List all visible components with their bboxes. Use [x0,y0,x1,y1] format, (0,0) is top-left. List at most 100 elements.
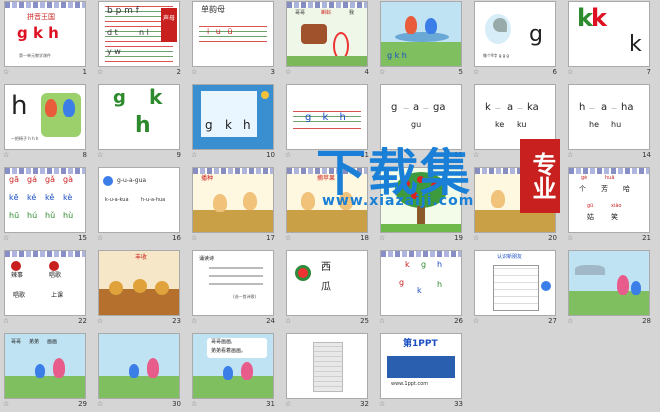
slide-thumb-27[interactable]: 认识新朋友 ☆ 27 [470,251,560,329]
slide-thumb-17[interactable]: 播种 ☆ 17 [188,168,278,246]
slide-thumb-32[interactable]: ☆ 32 [282,334,372,412]
slide-star-icon[interactable]: ☆ [97,68,103,76]
slide-thumb-33[interactable]: 第1PPT www.1ppt.com ☆ 33 [376,334,466,412]
slide-thumb-24[interactable]: 诵读诗 (选一首诗歌) ☆ 24 [188,251,278,329]
slide-star-icon[interactable]: ☆ [97,234,103,242]
slide-thumb-14[interactable]: h — a — ha he hu ☆ 14 [564,85,654,163]
site-watermark: 下载集 专业 www.xiazaiji.com [316,133,566,223]
slide-number: 26 [454,317,463,325]
slide-number: 6 [552,68,557,76]
slide-thumb-22[interactable]: 辣事 唱歌 上课 唱歌 ☆ 22 [0,251,90,329]
slide-star-icon[interactable]: ☆ [191,400,197,408]
slide-thumb-8[interactable]: h 一把椅子 h h h ☆ 8 [0,85,90,163]
slide-star-icon[interactable]: ☆ [3,151,9,159]
slide-thumb-30[interactable]: ☆ 30 [94,334,184,412]
slide-canvas [287,334,367,398]
slide-canvas: k k k [569,2,649,66]
slide-number: 19 [454,234,463,242]
slide-star-icon[interactable]: ☆ [567,317,573,325]
slide-canvas: gè huā 个 芳 哈 gū xiào 姑 笑 [569,168,649,232]
slide-canvas: 播种 [193,168,273,232]
slide-canvas: g k h [193,85,273,149]
slide-number: 30 [172,400,181,408]
slide-star-icon[interactable]: ☆ [379,68,385,76]
slide-number: 31 [266,400,275,408]
slide-canvas: b p m f d t n l y w 声母 [99,2,179,66]
slide-star-icon[interactable]: ☆ [97,400,103,408]
slide-star-icon[interactable]: ☆ [567,68,573,76]
slide-thumb-23[interactable]: 丰收 ☆ 23 [94,251,184,329]
slide-thumb-16[interactable]: g-u-a-gua k-u-a-kua h-u-a-hua ☆ 16 [94,168,184,246]
slide-canvas: g k h [381,2,461,66]
slide-canvas: 拼音王国 g k h 第一单元教学课件 [5,2,85,66]
slide-number: 8 [82,151,87,159]
slide-star-icon[interactable]: ☆ [379,234,385,242]
slide-canvas: 认识新朋友 [475,251,555,315]
slide-star-icon[interactable]: ☆ [3,317,9,325]
slide-star-icon[interactable]: ☆ [567,151,573,159]
slide-star-icon[interactable]: ☆ [379,400,385,408]
slide-title: 拼音王国 [27,13,55,21]
slide-thumb-29[interactable]: 哥哥 弟弟 画画 ☆ 29 [0,334,90,412]
slide-star-icon[interactable]: ☆ [285,151,291,159]
slide-star-icon[interactable]: ☆ [473,68,479,76]
slide-star-icon[interactable]: ☆ [285,400,291,408]
slide-star-icon[interactable]: ☆ [285,317,291,325]
slide-subtitle: 第一单元教学课件 [19,53,51,58]
slide-thumb-2[interactable]: b p m f d t n l y w 声母 ☆ 2 [94,2,184,80]
slide-number: 5 [458,68,463,76]
slide-canvas: gā gá gǎ gà kē ké kě kè hū hú hǔ hù [5,168,85,232]
slide-canvas: 诵读诗 (选一首诗歌) [193,251,273,315]
slide-number: 21 [642,234,651,242]
slide-canvas: 哥哥 蝌蚪 我 [287,2,367,66]
slide-canvas: 丰收 [99,251,179,315]
slide-star-icon[interactable]: ☆ [285,68,291,76]
slide-star-icon[interactable]: ☆ [97,317,103,325]
slide-star-icon[interactable]: ☆ [191,317,197,325]
slide-thumb-15[interactable]: gā gá gǎ gà kē ké kě kè hū hú hǔ hù ☆ 15 [0,168,90,246]
slide-star-icon[interactable]: ☆ [285,234,291,242]
slide-number: 22 [78,317,87,325]
slide-star-icon[interactable]: ☆ [3,400,9,408]
slide-canvas: k g h g k h [381,251,461,315]
slide-number: 25 [360,317,369,325]
slide-star-icon[interactable]: ☆ [191,151,197,159]
slide-number: 3 [270,68,275,76]
slide-number: 7 [646,68,651,76]
slide-thumb-4[interactable]: 哥哥 蝌蚪 我 ☆ 4 [282,2,372,80]
slide-star-icon[interactable]: ☆ [567,234,573,242]
slide-number: 9 [176,151,181,159]
slide-thumb-3[interactable]: 单韵母 i u ü ☆ 3 [188,2,278,80]
slide-thumb-28[interactable]: ☆ 28 [564,251,654,329]
watermark-url: www.xiazaiji.com [322,193,475,209]
slide-canvas: 单韵母 i u ü [193,2,273,66]
slide-thumb-5[interactable]: g k h ☆ 5 [376,2,466,80]
slide-number: 20 [548,234,557,242]
slide-star-icon[interactable]: ☆ [191,68,197,76]
slide-star-icon[interactable]: ☆ [3,68,9,76]
slide-letters: g k h [17,24,59,42]
slide-number: 32 [360,400,369,408]
slide-canvas [99,334,179,398]
slide-star-icon[interactable]: ☆ [191,234,197,242]
slide-canvas [569,251,649,315]
slide-thumb-6[interactable]: g 像个9字 g g g ☆ 6 [470,2,560,80]
slide-star-icon[interactable]: ☆ [473,234,479,242]
slide-thumb-1[interactable]: 拼音王国 g k h 第一单元教学课件 ☆ 1 [0,2,90,80]
slide-canvas: 第1PPT www.1ppt.com [381,334,461,398]
slide-star-icon[interactable]: ☆ [97,151,103,159]
slide-canvas: g 像个9字 g g g [475,2,555,66]
slide-thumb-9[interactable]: g k h ☆ 9 [94,85,184,163]
slide-number: 14 [642,151,651,159]
slide-star-icon[interactable]: ☆ [473,317,479,325]
slide-thumb-7[interactable]: k k k ☆ 7 [564,2,654,80]
slide-thumb-31[interactable]: 哥哥画画, 弟弟看着画画。 ☆ 31 [188,334,278,412]
slide-number: 24 [266,317,275,325]
slide-star-icon[interactable]: ☆ [379,317,385,325]
slide-thumb-26[interactable]: k g h g k h ☆ 26 [376,251,466,329]
slide-thumb-25[interactable]: 西 瓜 ☆ 25 [282,251,372,329]
slide-star-icon[interactable]: ☆ [3,234,9,242]
lace-border [5,2,85,8]
slide-thumb-21[interactable]: gè huā 个 芳 哈 gū xiào 姑 笑 ☆ 21 [564,168,654,246]
slide-thumb-10[interactable]: g k h ☆ 10 [188,85,278,163]
